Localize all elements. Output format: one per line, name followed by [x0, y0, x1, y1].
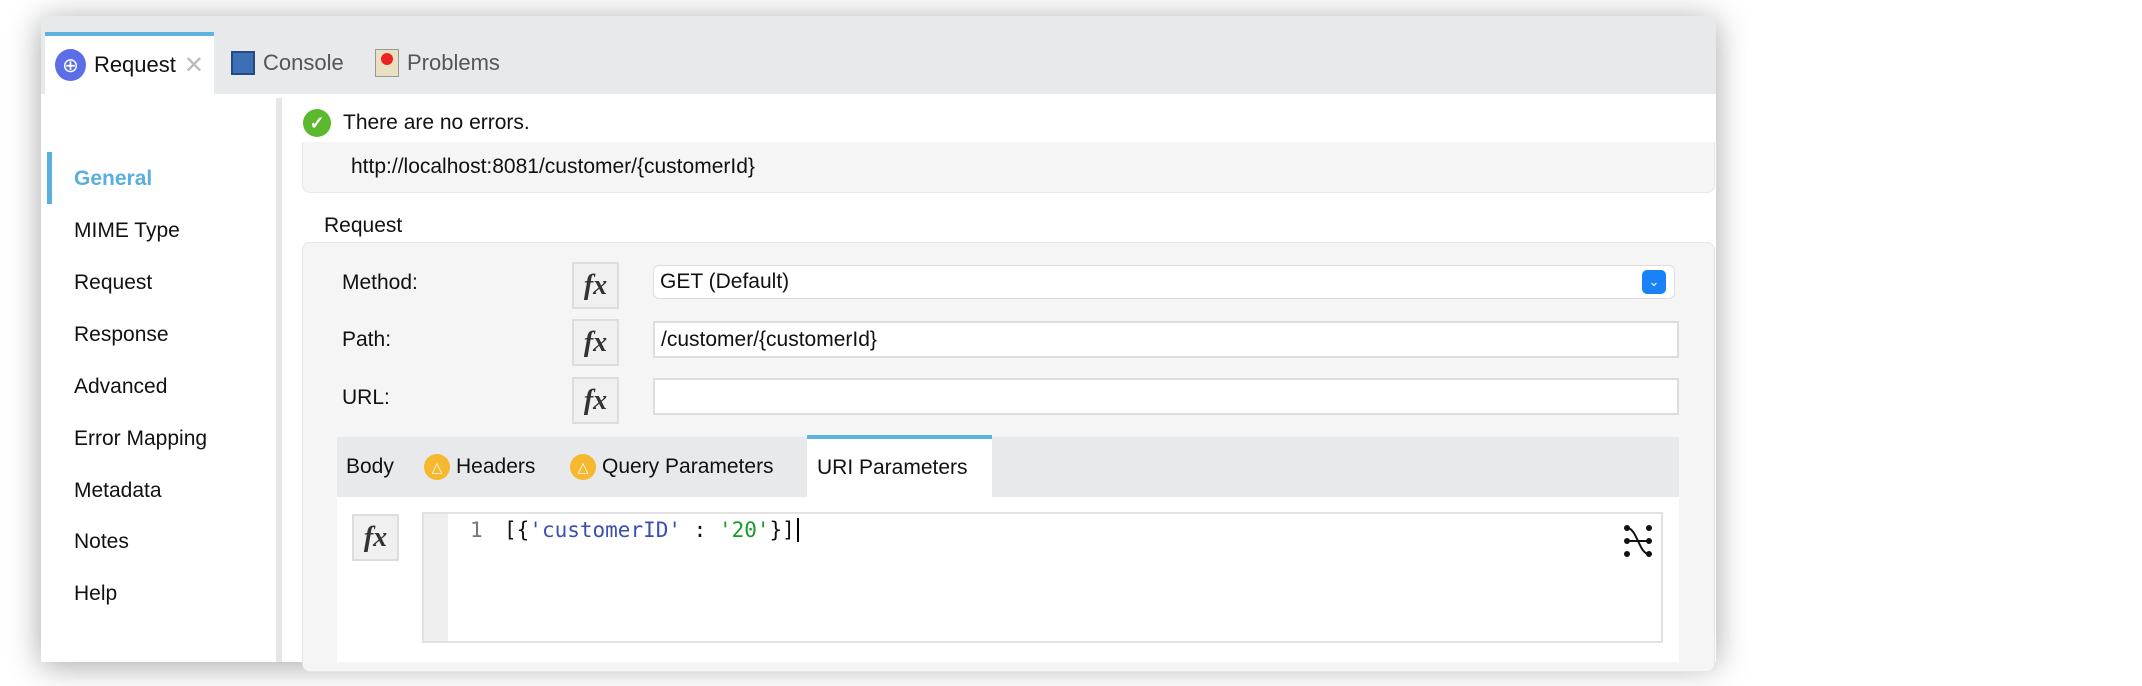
uri-params-editor[interactable]: 1 [{'customerID' : '20'}] [422, 512, 1663, 643]
tab-label: Headers [456, 455, 536, 478]
problems-icon [375, 49, 399, 77]
datasense-map-icon[interactable] [1623, 524, 1653, 558]
status-message: There are no errors. [343, 111, 530, 134]
resolved-url-text: http://localhost:8081/customer/{customer… [351, 155, 755, 178]
fx-toggle-url[interactable]: fx [572, 377, 619, 424]
code-bracket-close: }] [769, 518, 795, 542]
globe-icon: ⊕ [55, 49, 86, 81]
sidebar-item-help[interactable]: Help [74, 582, 117, 606]
fx-toggle-uri-params[interactable]: fx [352, 514, 399, 561]
tab-console[interactable]: Console [231, 32, 344, 94]
section-title: Request [324, 214, 403, 237]
sidebar-item-general[interactable]: General [74, 167, 152, 191]
tab-label: Problems [407, 50, 500, 75]
tab-label: Body [346, 455, 394, 478]
fx-toggle-path[interactable]: fx [572, 319, 619, 366]
tab-request[interactable]: ⊕ Request ✕ [45, 32, 214, 94]
code-value: '20' [718, 518, 770, 542]
code-bracket-open: [{ [504, 518, 530, 542]
editor-gutter [424, 514, 448, 641]
url-input[interactable] [653, 378, 1679, 415]
text-cursor [796, 518, 799, 542]
tab-uri-parameters[interactable]: URI Parameters [807, 435, 992, 497]
active-indicator [47, 152, 52, 204]
method-label: Method: [342, 271, 418, 294]
sidebar-splitter[interactable] [276, 98, 282, 662]
path-value: /customer/{customerId} [661, 327, 877, 351]
tab-query-parameters[interactable]: △ Query Parameters [570, 437, 774, 497]
sidebar-item-response[interactable]: Response [74, 323, 169, 347]
sidebar: General MIME Type Request Response Advan… [41, 94, 280, 662]
chevron-down-icon[interactable]: ⌄ [1642, 270, 1666, 294]
method-select[interactable]: GET (Default) ⌄ [653, 265, 1675, 299]
tab-label: Request [93, 52, 176, 77]
request-editor-window: ⊕ Request ✕ Console Problems General MIM… [41, 16, 1716, 672]
code-separator: : [681, 518, 719, 542]
view-tab-bar: ⊕ Request ✕ Console Problems [41, 16, 1716, 94]
url-label: URL: [342, 386, 390, 409]
code-line[interactable]: [{'customerID' : '20'}] [504, 518, 799, 542]
path-label: Path: [342, 328, 392, 351]
path-input[interactable]: /customer/{customerId} [653, 321, 1679, 358]
monitor-icon [231, 51, 255, 75]
sidebar-item-mime-type[interactable]: MIME Type [74, 219, 180, 243]
sidebar-item-metadata[interactable]: Metadata [74, 479, 162, 503]
check-icon: ✓ [303, 109, 331, 137]
tab-headers[interactable]: △ Headers [424, 437, 535, 497]
fx-toggle-method[interactable]: fx [572, 262, 619, 309]
status-line: ✓ There are no errors. [303, 109, 530, 137]
method-value: GET (Default) [660, 270, 790, 293]
line-number: 1 [470, 518, 483, 542]
sidebar-item-request[interactable]: Request [74, 271, 152, 295]
tab-body[interactable]: Body [346, 437, 394, 497]
code-key: 'customerID' [529, 518, 682, 542]
close-icon[interactable]: ✕ [184, 51, 204, 80]
sidebar-item-notes[interactable]: Notes [74, 530, 129, 554]
tab-label: URI Parameters [817, 456, 968, 479]
sidebar-item-error-mapping[interactable]: Error Mapping [74, 427, 207, 451]
warning-icon: △ [570, 454, 596, 480]
warning-icon: △ [424, 454, 450, 480]
param-tab-bar [337, 437, 1679, 497]
tab-label: Console [263, 50, 344, 75]
tab-problems[interactable]: Problems [375, 32, 500, 94]
sidebar-item-advanced[interactable]: Advanced [74, 375, 167, 399]
resolved-url: http://localhost:8081/customer/{customer… [302, 142, 1715, 193]
tab-label: Query Parameters [602, 455, 774, 478]
